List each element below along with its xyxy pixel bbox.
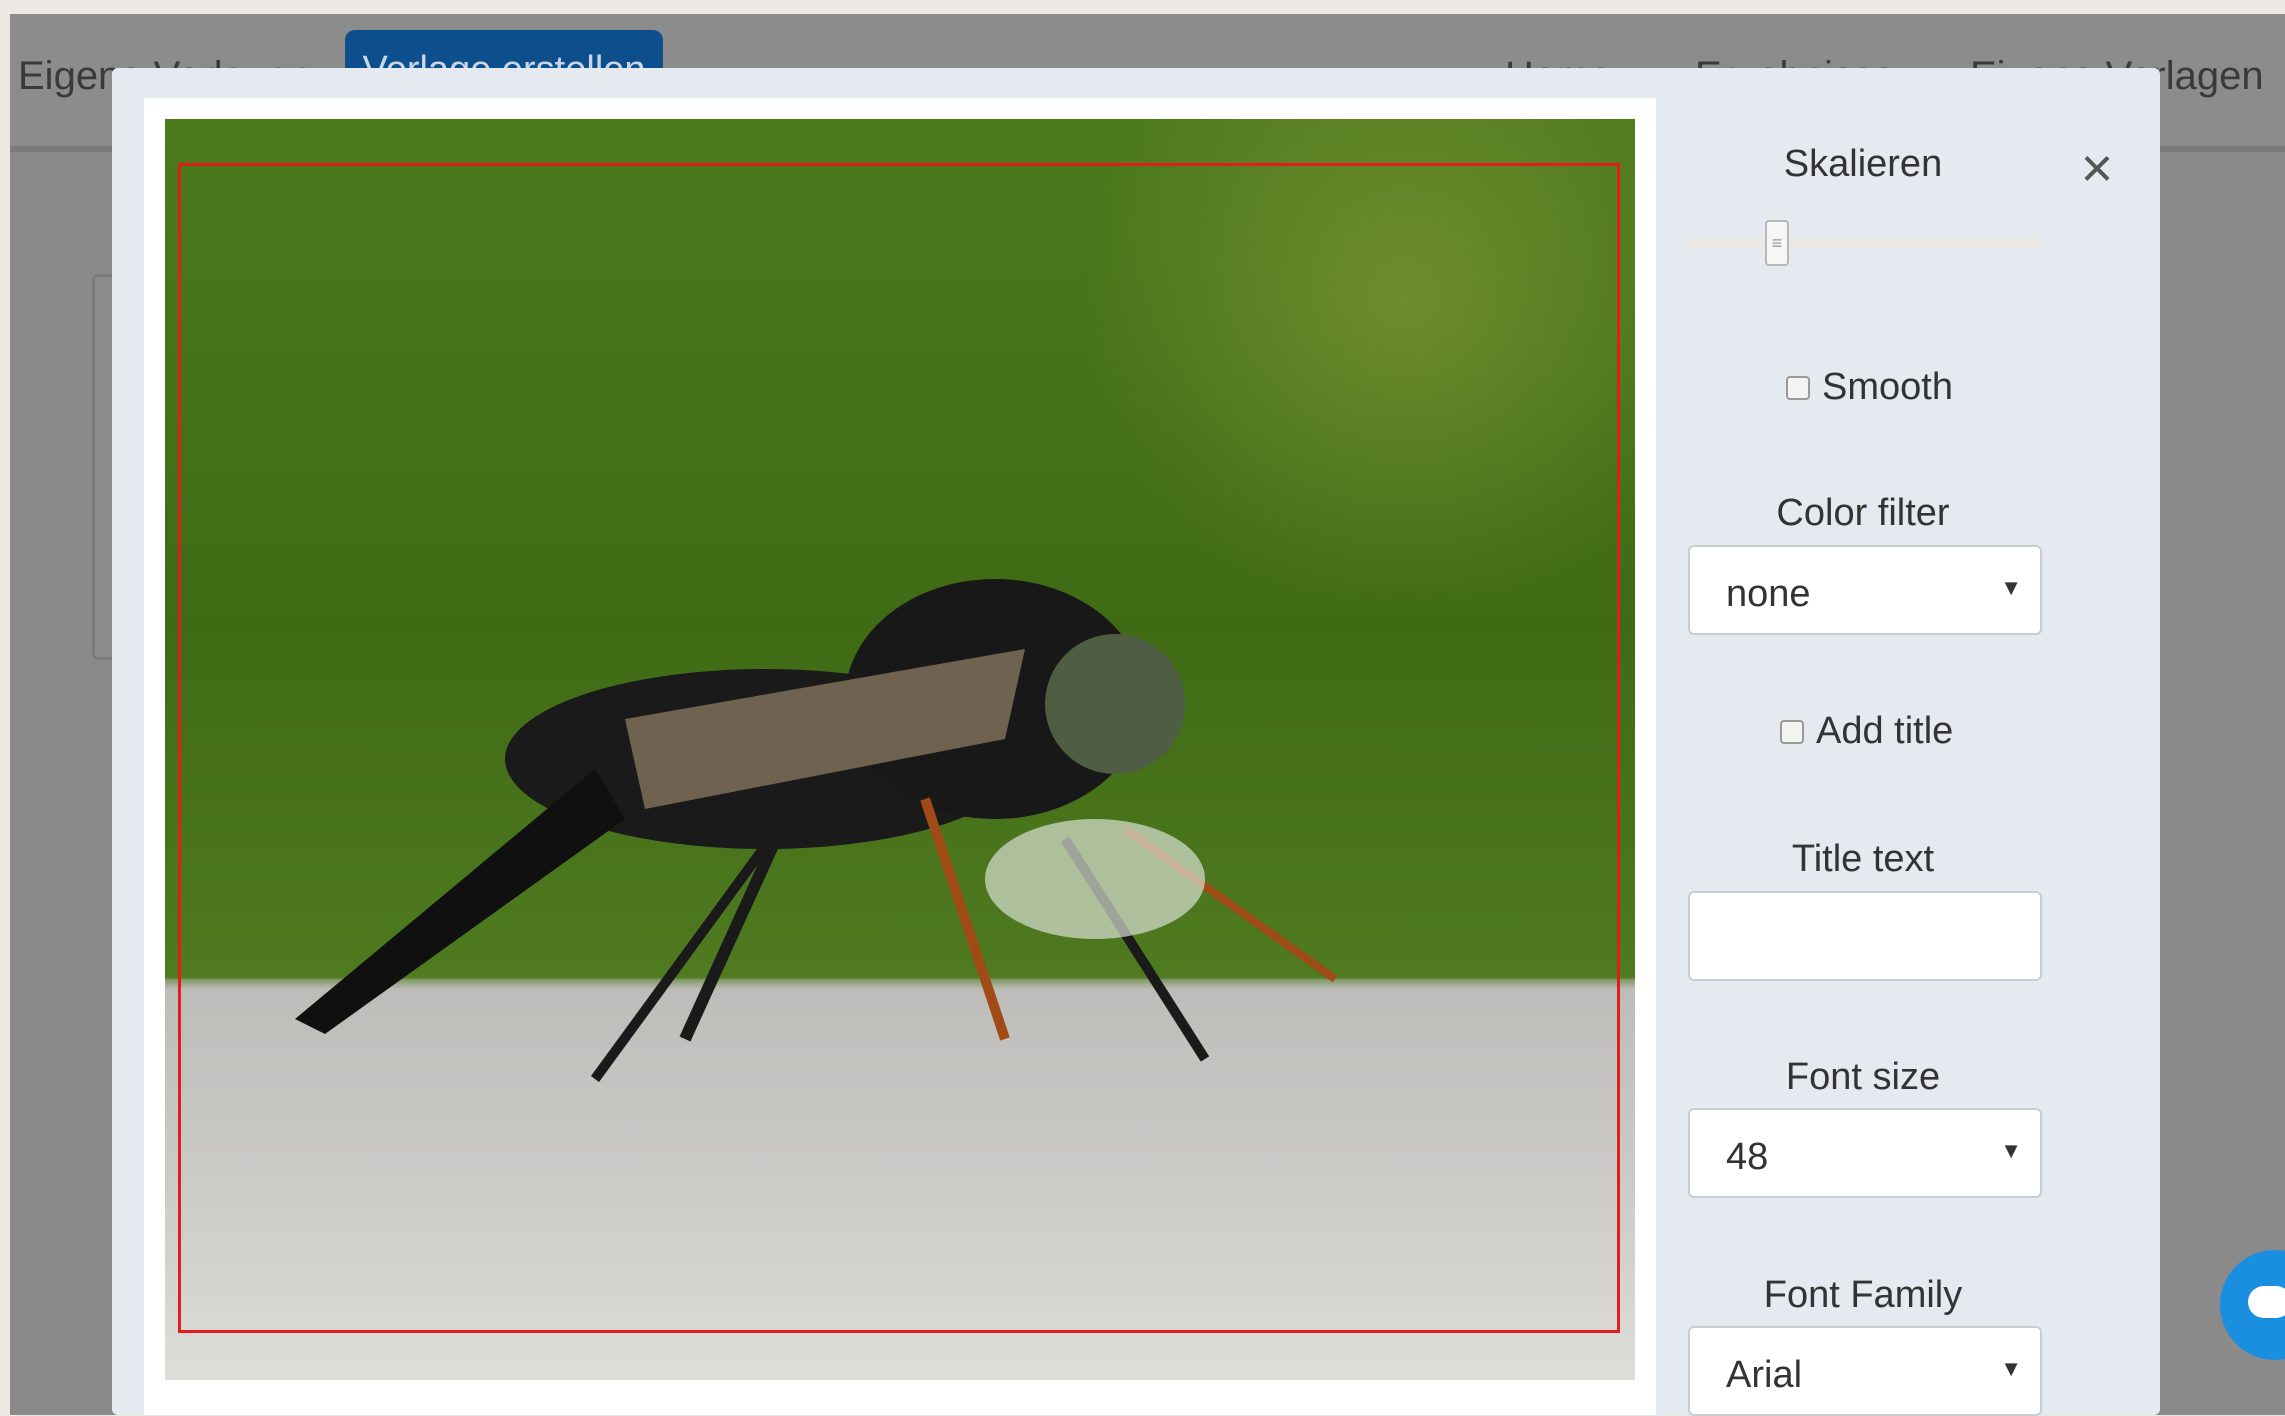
font-family-select[interactable]: Arial ▼	[1688, 1326, 2042, 1416]
add-title-option[interactable]: Add title	[1780, 710, 1953, 753]
insect-photo	[165, 119, 1635, 1380]
font-family-label: Font Family	[1763, 1274, 1963, 1316]
font-size-label: Font size	[1785, 1056, 1941, 1098]
add-title-checkbox[interactable]	[1780, 719, 1804, 744]
preview-area	[144, 98, 1656, 1415]
scale-slider-track[interactable]	[1688, 238, 2042, 248]
font-family-value: Arial	[1726, 1354, 1803, 1396]
color-filter-select[interactable]: none ▼	[1688, 545, 2042, 635]
chevron-down-icon: ▼	[2000, 1356, 2022, 1381]
scale-slider-handle[interactable]: ≡	[1765, 220, 1789, 266]
crop-frame[interactable]	[178, 163, 1620, 1333]
title-text-label: Title text	[1791, 838, 1935, 880]
title-text-input[interactable]	[1688, 891, 2042, 981]
smooth-label: Smooth	[1822, 366, 1953, 408]
close-icon[interactable]: ×	[2067, 138, 2127, 198]
font-size-value: 48	[1726, 1136, 1769, 1178]
font-size-select[interactable]: 48 ▼	[1688, 1108, 2042, 1198]
smooth-checkbox[interactable]	[1786, 375, 1810, 400]
add-title-label: Add title	[1816, 710, 1954, 752]
chat-icon	[2248, 1286, 2285, 1318]
color-filter-value: none	[1726, 573, 1811, 615]
color-filter-label: Color filter	[1776, 492, 1950, 534]
chevron-down-icon: ▼	[2000, 575, 2022, 600]
scale-label: Skalieren	[1783, 143, 1943, 185]
smooth-option[interactable]: Smooth	[1786, 366, 1953, 409]
chevron-down-icon: ▼	[2000, 1138, 2022, 1163]
